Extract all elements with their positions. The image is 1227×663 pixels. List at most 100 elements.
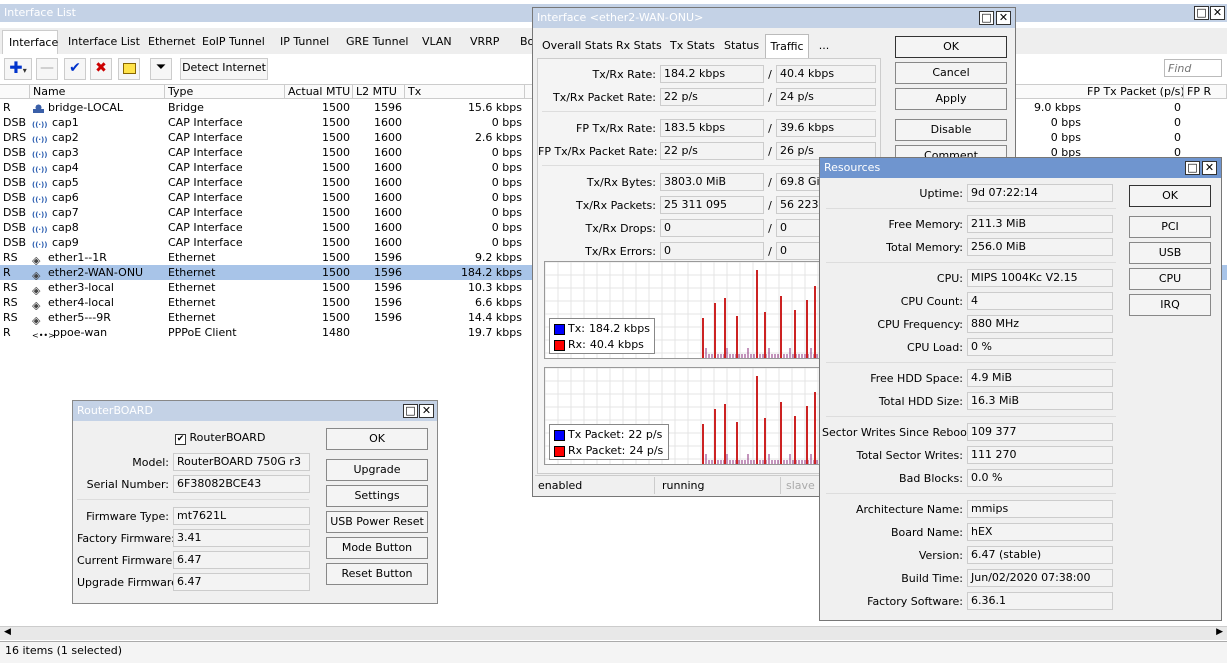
detect-internet-button[interactable]: Detect Internet: [180, 58, 268, 80]
disable-button[interactable]: ✖: [90, 58, 112, 80]
resources-titlebar[interactable]: Resources: [820, 158, 1221, 178]
res-field-value[interactable]: 9d 07:22:14: [967, 184, 1113, 202]
tab-rx-stats[interactable]: Rx Stats: [613, 34, 662, 58]
stat-value-a[interactable]: 0: [660, 242, 764, 260]
res-field-value[interactable]: 4.9 MiB: [967, 369, 1113, 387]
rb-field-value[interactable]: mt7621L: [173, 507, 310, 525]
tab-vrrp[interactable]: VRRP: [464, 30, 510, 54]
close-icon[interactable]: ✕: [1210, 6, 1225, 20]
stat-value-a[interactable]: 3803.0 MiB: [660, 173, 764, 191]
close-icon[interactable]: ✕: [419, 404, 434, 418]
rb-field-value[interactable]: 3.41: [173, 529, 310, 547]
res-field-value[interactable]: 256.0 MiB: [967, 238, 1113, 256]
row-name: cap6: [52, 191, 79, 204]
iface-disable-button[interactable]: Disable: [895, 119, 1007, 141]
stat-value-b[interactable]: 24 p/s: [776, 88, 876, 106]
col-tx[interactable]: Tx: [405, 85, 525, 99]
checkbox-icon[interactable]: ✔: [175, 434, 186, 445]
col-fp-r[interactable]: FP R: [1184, 85, 1227, 99]
tab-more[interactable]: ...: [815, 34, 833, 58]
tab-interface-list[interactable]: Interface List: [62, 30, 140, 54]
col-name[interactable]: Name: [30, 85, 165, 99]
res-field-value[interactable]: 111 270: [967, 446, 1113, 464]
tab-vlan[interactable]: VLAN: [416, 30, 460, 54]
stat-slash: /: [768, 245, 772, 258]
rb-field-value[interactable]: 6.47: [173, 573, 310, 591]
tab-interface[interactable]: Interface: [2, 30, 58, 54]
enable-button[interactable]: ✔: [64, 58, 86, 80]
res-field-value[interactable]: Jun/02/2020 07:38:00: [967, 569, 1113, 587]
col-type[interactable]: Type: [165, 85, 285, 99]
stat-value-a[interactable]: 184.2 kbps: [660, 65, 764, 83]
rb-mode-button-button[interactable]: Mode Button: [326, 537, 428, 559]
maximize-icon[interactable]: □: [979, 11, 994, 25]
res-cpu-button[interactable]: CPU: [1129, 268, 1211, 290]
scroll-left-icon[interactable]: ◀: [4, 627, 11, 637]
routerboard-titlebar[interactable]: RouterBOARD: [73, 401, 437, 421]
rb-usb-power-reset-button[interactable]: USB Power Reset: [326, 511, 428, 533]
tab-traffic[interactable]: Traffic: [765, 34, 809, 58]
tab-eoip-tunnel[interactable]: EoIP Tunnel: [196, 30, 270, 54]
legend-swatch: [554, 429, 565, 441]
rb-ok-button[interactable]: OK: [326, 428, 428, 450]
tab-ethernet[interactable]: Ethernet: [142, 30, 195, 54]
scroll-right-icon[interactable]: ▶: [1216, 627, 1223, 637]
stat-value-b[interactable]: 39.6 kbps: [776, 119, 876, 137]
res-ok-button[interactable]: OK: [1129, 185, 1211, 207]
res-field-value[interactable]: 6.47 (stable): [967, 546, 1113, 564]
res-field-value[interactable]: 6.36.1: [967, 592, 1113, 610]
res-field-value[interactable]: 4: [967, 292, 1113, 310]
res-irq-button[interactable]: IRQ: [1129, 294, 1211, 316]
tab-gre-tunnel[interactable]: GRE Tunnel: [340, 30, 412, 54]
stat-value-a[interactable]: 22 p/s: [660, 88, 764, 106]
remove-button[interactable]: —: [36, 58, 58, 80]
col-flags[interactable]: [0, 85, 30, 99]
row-name-cell: ((·)) cap2: [32, 130, 165, 145]
stat-value-b[interactable]: 40.4 kbps: [776, 65, 876, 83]
res-field-value[interactable]: 0 %: [967, 338, 1113, 356]
interface-titlebar[interactable]: Interface <ether2-WAN-ONU>: [533, 8, 1015, 28]
stat-value-a[interactable]: 0: [660, 219, 764, 237]
maximize-icon[interactable]: □: [1185, 161, 1200, 175]
res-usb-button[interactable]: USB: [1129, 242, 1211, 264]
res-field-value[interactable]: 0.0 %: [967, 469, 1113, 487]
tab-ip-tunnel[interactable]: IP Tunnel: [274, 30, 336, 54]
routerboard-checkbox[interactable]: ✔ RouterBOARD: [175, 431, 265, 445]
stat-value-a[interactable]: 22 p/s: [660, 142, 764, 160]
tab-overall-stats[interactable]: Overall Stats: [539, 34, 613, 58]
iface-ok-button[interactable]: OK: [895, 36, 1007, 58]
res-field-value[interactable]: mmips: [967, 500, 1113, 518]
stat-value-a[interactable]: 183.5 kbps: [660, 119, 764, 137]
filter-button[interactable]: ⏷: [150, 58, 172, 80]
iface-apply-button[interactable]: Apply: [895, 88, 1007, 110]
res-field-value[interactable]: hEX: [967, 523, 1113, 541]
tab-tx-stats[interactable]: Tx Stats: [667, 34, 715, 58]
col-l2-mtu[interactable]: L2 MTU: [353, 85, 405, 99]
stat-value-a[interactable]: 25 311 095: [660, 196, 764, 214]
res-field-value[interactable]: 880 MHz: [967, 315, 1113, 333]
rb-field-value[interactable]: 6.47: [173, 551, 310, 569]
rb-upgrade-button[interactable]: Upgrade: [326, 459, 428, 481]
comment-button[interactable]: [118, 58, 140, 80]
col-fp-tx-packet[interactable]: FP Tx Packet (p/s): [1084, 85, 1184, 99]
rb-settings-button[interactable]: Settings: [326, 485, 428, 507]
iface-cancel-button[interactable]: Cancel: [895, 62, 1007, 84]
close-icon[interactable]: ✕: [1202, 161, 1217, 175]
res-field-value[interactable]: 211.3 MiB: [967, 215, 1113, 233]
res-field-value[interactable]: MIPS 1004Kc V2.15: [967, 269, 1113, 287]
rb-field-value[interactable]: 6F38082BCE43: [173, 475, 310, 493]
close-icon[interactable]: ✕: [996, 11, 1011, 25]
res-pci-button[interactable]: PCI: [1129, 216, 1211, 238]
add-button[interactable]: ✚▾: [4, 58, 32, 80]
maximize-icon[interactable]: □: [1194, 6, 1209, 20]
horizontal-scrollbar[interactable]: ◀ ▶: [0, 626, 1227, 640]
tab-status[interactable]: Status: [721, 34, 759, 58]
res-field-value[interactable]: 109 377: [967, 423, 1113, 441]
iface-tabs: Overall Stats Rx Stats Tx Stats Status Traff…: [537, 34, 829, 58]
rb-reset-button-button[interactable]: Reset Button: [326, 563, 428, 585]
rb-field-value[interactable]: RouterBOARD 750G r3: [173, 453, 310, 471]
res-field-value[interactable]: 16.3 MiB: [967, 392, 1113, 410]
col-actual-mtu[interactable]: Actual MTU: [285, 85, 353, 99]
find-input[interactable]: [1164, 59, 1222, 77]
maximize-icon[interactable]: □: [403, 404, 418, 418]
